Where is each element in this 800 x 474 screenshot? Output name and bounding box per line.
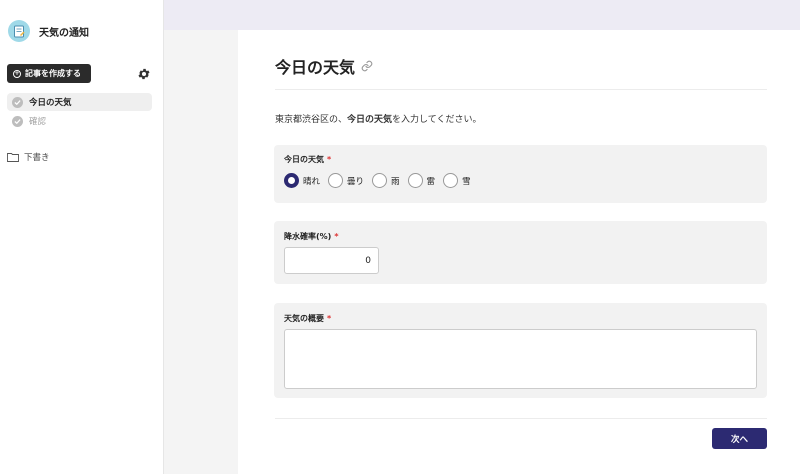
intro-before: 東京都渋谷区の、 bbox=[275, 115, 348, 125]
check-circle-icon bbox=[12, 115, 23, 127]
summary-textarea[interactable] bbox=[284, 329, 757, 389]
radio-circle[interactable] bbox=[407, 173, 423, 188]
sidebar: 天気の通知 + 記事を作成する 今日の天気 確認 下書き bbox=[0, 0, 164, 474]
precip-label: 降水確率(%) * bbox=[284, 231, 339, 242]
sidebar-step-label: 今日の天気 bbox=[29, 98, 72, 108]
folder-icon bbox=[7, 153, 19, 162]
radio-rain[interactable]: 雨 bbox=[372, 173, 400, 188]
form-divider bbox=[275, 418, 767, 419]
summary-label-text: 天気の概要 bbox=[284, 314, 324, 323]
radio-label: 曇り bbox=[347, 176, 365, 187]
gear-icon[interactable] bbox=[137, 67, 151, 81]
radio-cloudy[interactable]: 曇り bbox=[328, 173, 364, 188]
intro-text: 東京都渋谷区の、今日の天気を入力してください。 bbox=[275, 112, 482, 125]
radio-label: 晴れ bbox=[303, 176, 321, 187]
precip-label-text: 降水確率(%) bbox=[284, 232, 332, 241]
required-mark: * bbox=[327, 314, 332, 323]
create-article-button[interactable]: + 記事を作成する bbox=[7, 64, 91, 83]
weather-label-text: 今日の天気 bbox=[284, 155, 324, 164]
radio-label: 雷 bbox=[426, 176, 436, 187]
intro-after: を入力してください。 bbox=[392, 115, 482, 125]
radio-snow[interactable]: 雪 bbox=[443, 173, 471, 188]
required-mark: * bbox=[334, 232, 339, 241]
radio-circle[interactable] bbox=[372, 173, 388, 188]
radio-sunny[interactable]: 晴れ bbox=[284, 173, 320, 188]
precip-input[interactable]: 0 bbox=[284, 247, 379, 274]
weather-label: 今日の天気 * bbox=[284, 154, 331, 165]
app-header: 天気の通知 bbox=[8, 20, 89, 42]
drafts-label: 下書き bbox=[24, 153, 50, 163]
radio-thunder[interactable]: 雷 bbox=[407, 173, 436, 188]
weather-card: 今日の天気 * 晴れ 曇り 雨 雷 雪 bbox=[274, 145, 767, 203]
main-content: 今日の天気 東京都渋谷区の、今日の天気を入力してください。 今日の天気 * 晴れ … bbox=[238, 30, 800, 474]
summary-card: 天気の概要 * bbox=[274, 303, 767, 398]
sidebar-step-today-weather[interactable]: 今日の天気 bbox=[7, 93, 152, 111]
precip-card: 降水確率(%) * 0 bbox=[274, 221, 767, 284]
sidebar-step-label: 確認 bbox=[29, 117, 47, 127]
intro-bold: 今日の天気 bbox=[347, 115, 393, 125]
radio-circle[interactable] bbox=[443, 173, 459, 188]
radio-circle[interactable] bbox=[328, 173, 344, 188]
top-bar bbox=[164, 0, 800, 30]
summary-label: 天気の概要 * bbox=[284, 313, 331, 324]
required-mark: * bbox=[327, 155, 332, 164]
check-circle-icon bbox=[12, 96, 23, 108]
content-gutter bbox=[164, 30, 238, 474]
next-button[interactable]: 次へ bbox=[712, 428, 767, 449]
sidebar-step-confirm[interactable]: 確認 bbox=[7, 112, 152, 130]
radio-label: 雨 bbox=[391, 176, 400, 187]
plus-circle-icon: + bbox=[13, 69, 21, 78]
page-title: 今日の天気 bbox=[275, 54, 373, 78]
link-icon[interactable] bbox=[361, 60, 373, 72]
page-title-text: 今日の天気 bbox=[275, 58, 356, 77]
notepad-icon bbox=[8, 20, 30, 42]
radio-label: 雪 bbox=[462, 176, 471, 187]
weather-radio-group: 晴れ 曇り 雨 雷 雪 bbox=[284, 173, 479, 188]
radio-circle[interactable] bbox=[284, 173, 299, 188]
title-divider bbox=[275, 89, 767, 90]
sidebar-item-drafts[interactable]: 下書き bbox=[7, 151, 50, 163]
create-article-label: 記事を作成する bbox=[25, 69, 81, 78]
app-title: 天気の通知 bbox=[39, 27, 89, 39]
